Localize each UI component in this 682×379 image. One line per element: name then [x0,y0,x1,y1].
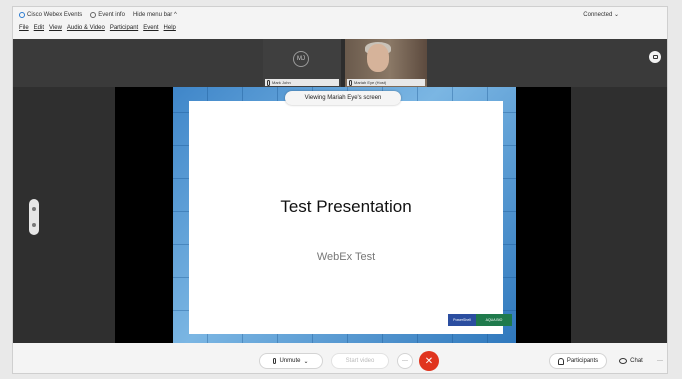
zoom-in-icon [32,207,36,211]
layout-button[interactable] [649,51,661,63]
info-icon [90,12,97,18]
mic-icon [267,79,270,86]
app-title: Cisco Webex Events [19,12,82,18]
right-more-button[interactable]: ··· [655,353,665,369]
zoom-control[interactable] [29,199,39,235]
participant-name: Mariah Eye (Host) [354,80,387,85]
hide-menu-bar-label: Hide menu bar ^ [132,12,177,18]
event-info-button[interactable]: Event info [90,12,125,18]
chat-icon [619,358,628,364]
title-bar: Cisco Webex Events Event info Hide menu … [13,7,667,23]
slide-logo-right: AQUA BIO [476,314,512,326]
start-video-label: Start video [345,358,375,364]
video-strip: MJ Mark John Mariah Eye (Host) [263,39,427,87]
slide-logo: PowerShell AQUA BIO [448,314,514,326]
unmute-label: Unmute [279,358,301,364]
webex-window: Cisco Webex Events Event info Hide menu … [12,6,668,374]
slide-content: Test Presentation WebEx Test PowerShell … [189,101,512,334]
mic-icon [349,79,352,86]
person-icon [557,357,564,365]
zoom-out-icon [32,223,36,227]
video-tile-2[interactable]: Mariah Eye (Host) [345,39,427,87]
meeting-stage: MJ Mark John Mariah Eye (Host) Test Pres… [13,39,667,343]
slide-logo-left: PowerShell [448,314,476,326]
more-icon: ··· [402,358,408,364]
viewing-banner[interactable]: Viewing Mariah Eye's screen [285,91,401,105]
unmute-button[interactable]: Unmute ⌄ [259,353,323,369]
menu-participant[interactable]: Participant [110,25,138,36]
mic-icon [273,358,277,364]
connection-status[interactable]: Connected ⌄ [583,11,619,18]
webex-logo-icon [19,12,25,18]
event-info-label: Event info [98,12,125,18]
more-options-button[interactable]: ··· [397,353,413,369]
hide-menu-bar-button[interactable]: Hide menu bar ^ [133,12,177,18]
chat-label: Chat [630,358,643,364]
app-name-label: Cisco Webex Events [27,12,83,18]
avatar: MJ [293,51,309,67]
menu-event[interactable]: Event [143,25,158,36]
participants-button[interactable]: Participants [549,353,607,369]
video-person-face [367,44,389,72]
more-icon: ··· [657,358,663,364]
menu-view[interactable]: View [49,25,62,36]
start-video-button[interactable]: Start video [331,353,389,369]
slide-title: Test Presentation [280,197,412,216]
menu-file[interactable]: File [19,25,29,36]
menu-bar: File Edit View Audio & Video Participant… [13,25,176,36]
participants-label: Participants [566,358,599,364]
layout-icon [652,55,658,59]
video-tile-1[interactable]: MJ Mark John [263,39,341,87]
chat-button[interactable]: Chat [611,353,651,369]
control-bar: Unmute ⌄ Start video ··· ✕ Participants … [13,347,667,373]
close-icon: ✕ [424,355,434,367]
slide-subtitle: WebEx Test [316,251,376,263]
menu-edit[interactable]: Edit [34,25,44,36]
menu-audio-video[interactable]: Audio & Video [67,25,105,36]
video-tile-1-label: Mark John [265,79,339,86]
chevron-down-icon: ⌄ [303,358,309,365]
menu-help[interactable]: Help [164,25,176,36]
shared-slide: Test Presentation WebEx Test PowerShell … [173,87,516,343]
end-meeting-button[interactable]: ✕ [419,351,439,371]
video-tile-2-label: Mariah Eye (Host) [347,79,425,86]
participant-name: Mark John [272,80,291,85]
